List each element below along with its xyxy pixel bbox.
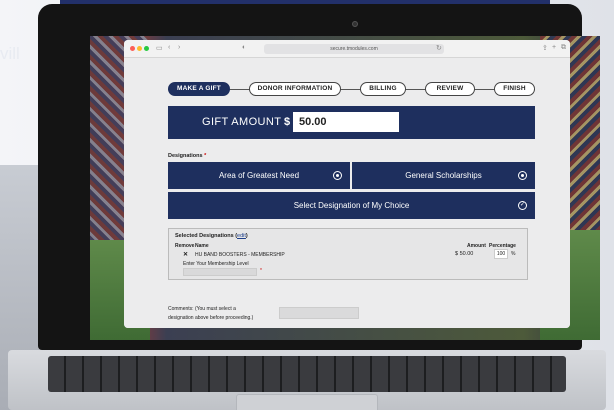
shield-icon[interactable]: ◐: [242, 44, 246, 51]
option-general-scholarships[interactable]: General Scholarships: [352, 162, 535, 189]
selected-designations-title: Selected Designations (edit): [175, 233, 248, 239]
selected-title-text: Selected Designations (: [175, 233, 238, 239]
share-icon[interactable]: ⇪: [542, 44, 548, 52]
progress-steps: MAKE A GIFT DONOR INFORMATION BILLING RE…: [168, 82, 535, 96]
background-text: vill: [0, 44, 20, 63]
new-tab-icon[interactable]: +: [552, 44, 556, 51]
step-make-a-gift[interactable]: MAKE A GIFT: [168, 82, 230, 96]
sidebar-icon[interactable]: ▭: [156, 44, 163, 52]
designations-label-text: Designations: [168, 153, 203, 159]
gift-amount-label: GIFT AMOUNT: [202, 116, 282, 128]
laptop-trackpad: [236, 394, 378, 410]
donation-page: MAKE A GIFT DONOR INFORMATION BILLING RE…: [124, 58, 570, 328]
minimize-window-icon[interactable]: [137, 46, 142, 51]
laptop-screen: ▭ ‹ › ◐ secure.tmodules.com ↻ ⇪ + ⧉ MAKE…: [90, 36, 600, 340]
selected-title-close: ): [245, 233, 248, 239]
step-finish[interactable]: FINISH: [494, 82, 535, 96]
option-label: General Scholarships: [405, 171, 482, 180]
designation-name: HU BAND BOOSTERS - MEMBERSHIP: [195, 252, 285, 258]
edit-designations-link[interactable]: edit: [237, 233, 246, 239]
option-area-of-greatest-need[interactable]: Area of Greatest Need: [168, 162, 350, 189]
comments-label: Comments: (You must select a designation…: [168, 305, 253, 323]
browser-window: ▭ ‹ › ◐ secure.tmodules.com ↻ ⇪ + ⧉ MAKE…: [124, 40, 570, 328]
tabs-icon[interactable]: ⧉: [561, 44, 566, 52]
laptop-keyboard: [48, 356, 566, 392]
column-name: Name: [195, 243, 209, 249]
option-label: Select Designation of My Choice: [293, 201, 410, 210]
column-amount: Amount: [467, 243, 486, 249]
comments-line-1: Comments: (You must select a: [168, 306, 236, 312]
step-review[interactable]: REVIEW: [425, 82, 475, 96]
step-donor-information[interactable]: DONOR INFORMATION: [249, 82, 341, 96]
remove-designation-icon[interactable]: ✕: [183, 251, 188, 258]
comments-input[interactable]: [279, 307, 359, 319]
reload-icon[interactable]: ↻: [436, 44, 442, 52]
selected-designations-panel: Selected Designations (edit) Remove Name…: [168, 228, 528, 280]
comments-line-2: designation above before proceeding.): [168, 315, 254, 321]
gift-amount-bar: GIFT AMOUNT $ 50.00: [168, 106, 535, 139]
address-bar[interactable]: secure.tmodules.com: [264, 44, 444, 54]
step-billing[interactable]: BILLING: [360, 82, 406, 96]
maximize-window-icon[interactable]: [144, 46, 149, 51]
percent-sign: %: [511, 251, 516, 257]
browser-toolbar: ▭ ‹ › ◐ secure.tmodules.com ↻ ⇪ + ⧉: [124, 40, 570, 58]
membership-level-input[interactable]: [183, 268, 257, 276]
laptop-lid: ▭ ‹ › ◐ secure.tmodules.com ↻ ⇪ + ⧉ MAKE…: [38, 4, 600, 350]
back-icon[interactable]: ‹: [168, 44, 170, 51]
gift-amount-input[interactable]: 50.00: [293, 112, 399, 132]
option-select-my-designation[interactable]: Select Designation of My Choice ✓: [168, 192, 535, 219]
option-label: Area of Greatest Need: [218, 171, 300, 180]
radio-icon[interactable]: [518, 171, 527, 180]
percentage-input[interactable]: 100: [494, 249, 508, 259]
membership-level-label: Enter Your Membership Level: [183, 261, 249, 267]
required-mark: *: [204, 153, 207, 159]
currency-symbol: $: [284, 116, 291, 128]
check-icon[interactable]: ✓: [518, 201, 527, 210]
designation-amount: $ 50.00: [455, 251, 474, 257]
camera-icon: [352, 21, 358, 27]
radio-icon[interactable]: [333, 171, 342, 180]
membership-required-mark: *: [260, 268, 262, 274]
close-window-icon[interactable]: [130, 46, 135, 51]
designations-label: Designations *: [168, 153, 206, 159]
forward-icon[interactable]: ›: [178, 44, 180, 51]
column-remove: Remove: [175, 243, 195, 249]
